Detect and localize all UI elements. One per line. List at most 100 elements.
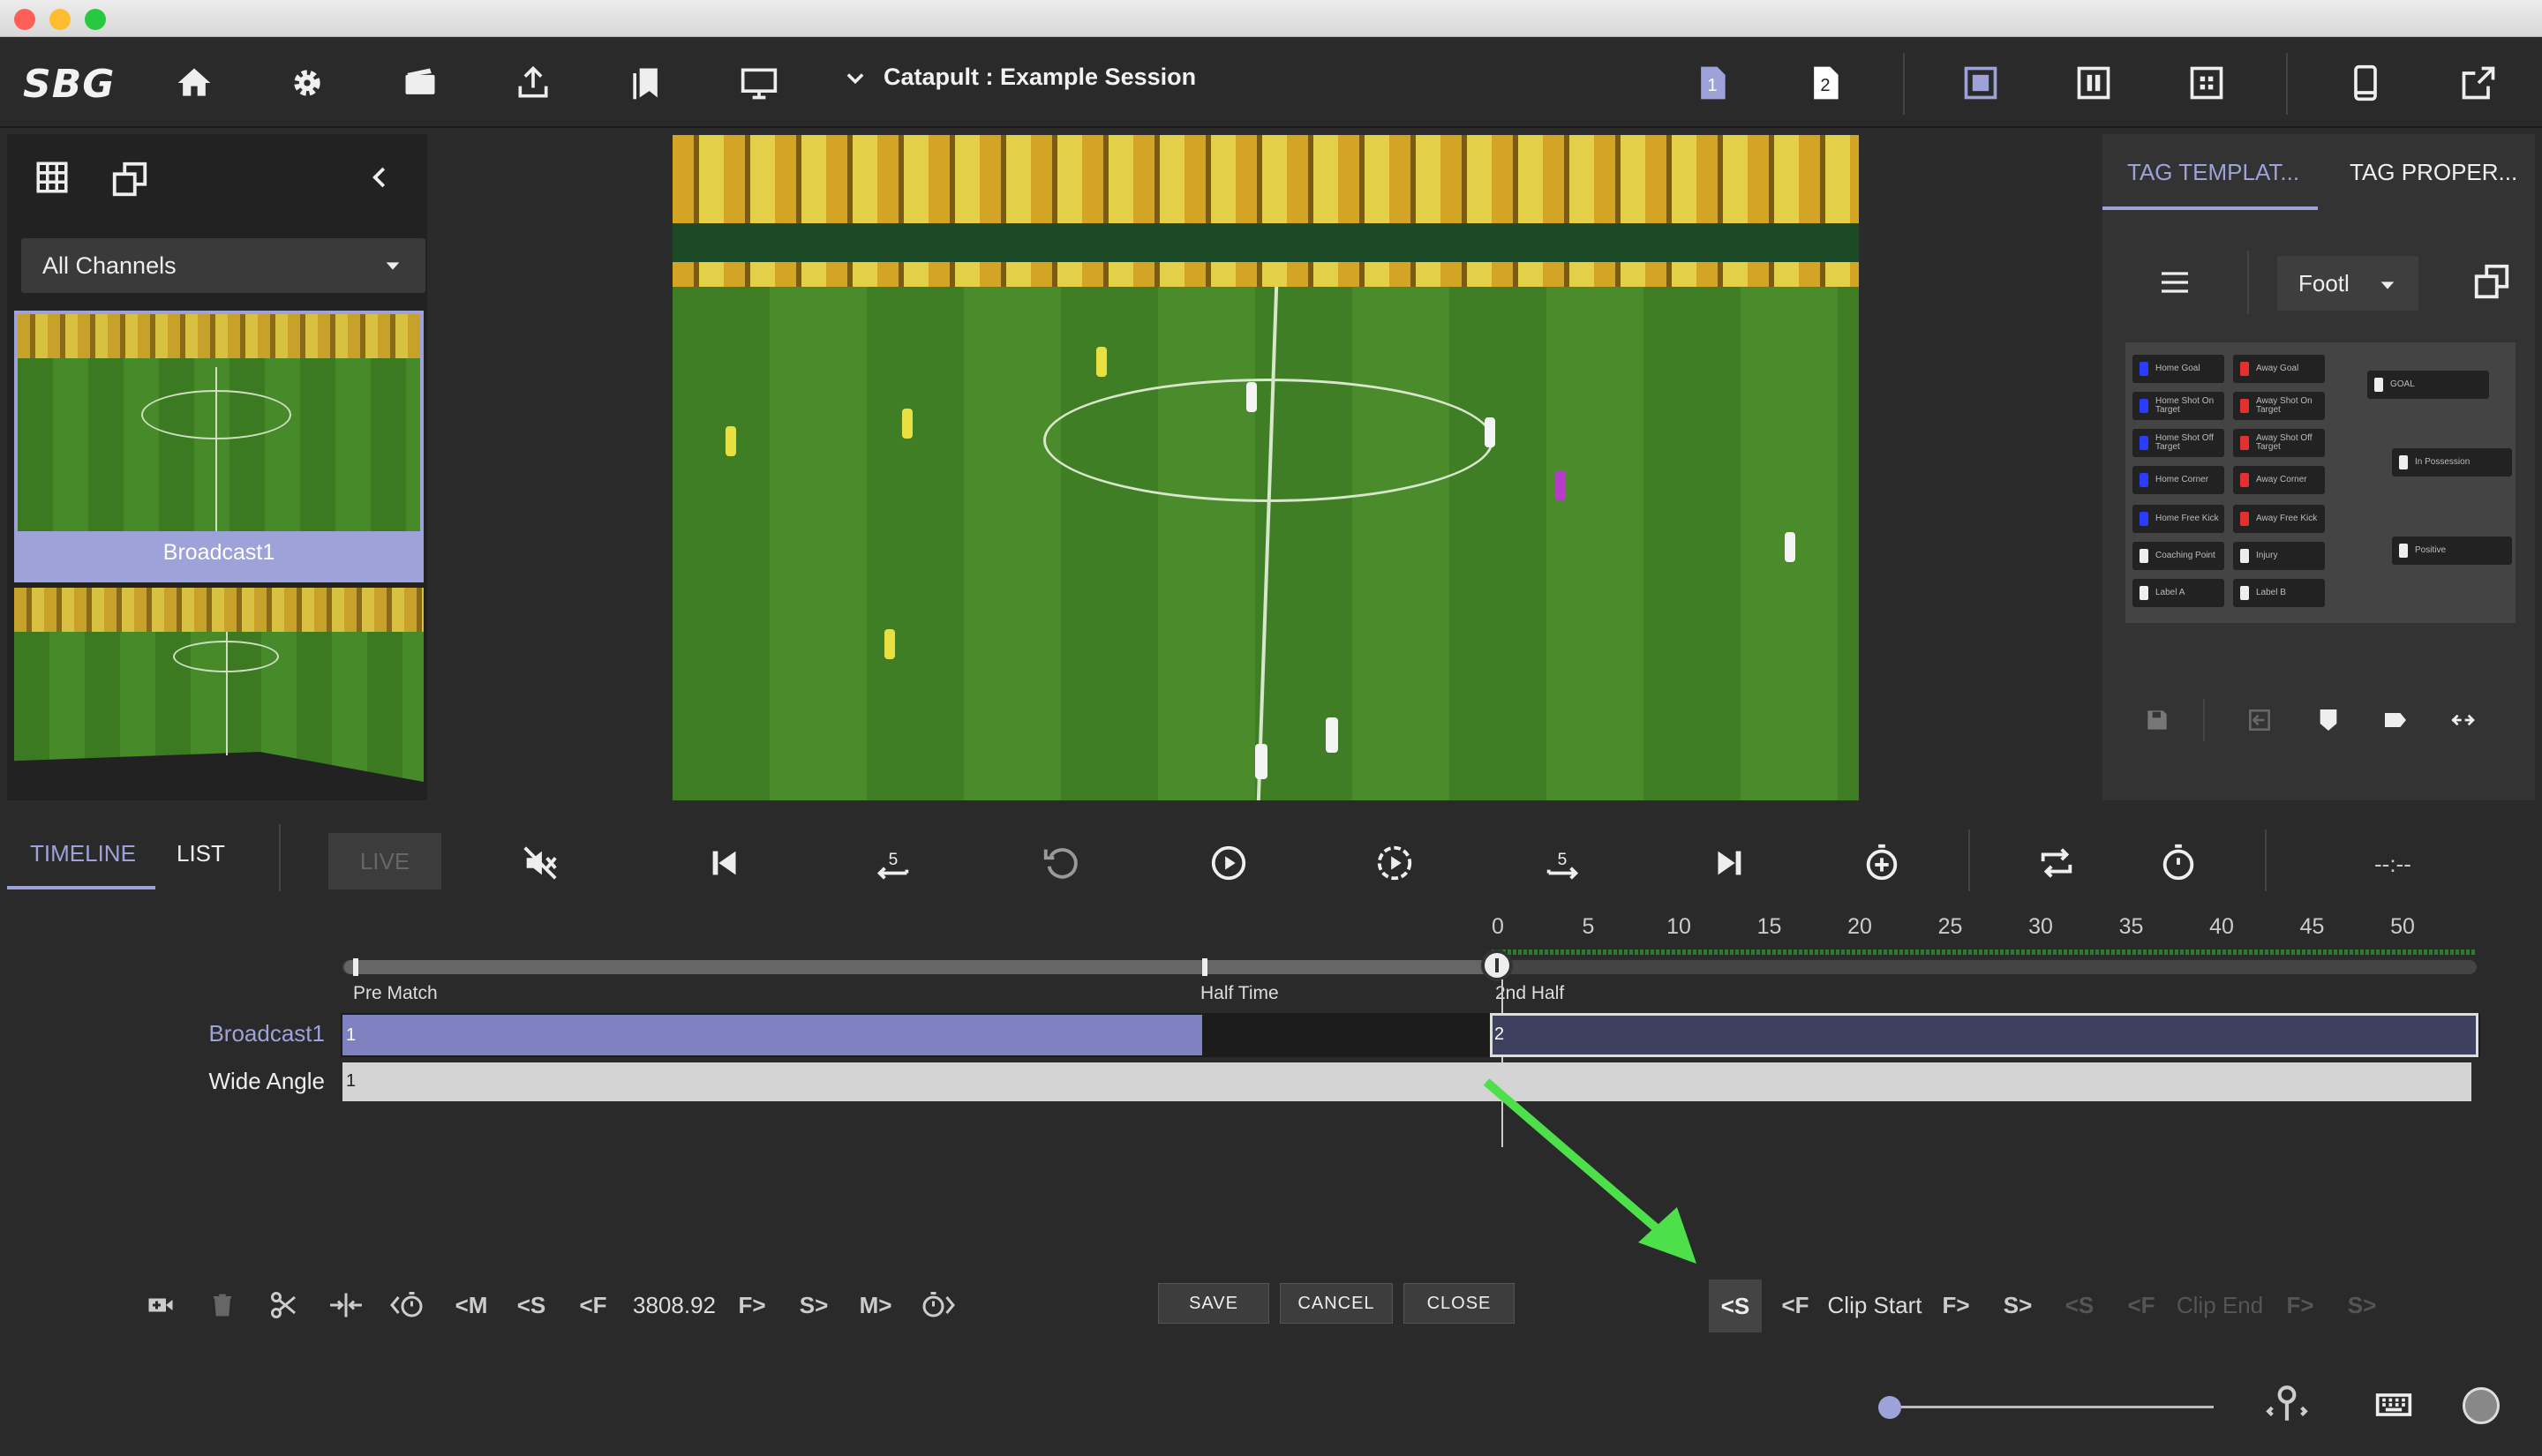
tablet-icon[interactable] <box>2341 58 2390 108</box>
period-marker[interactable] <box>1202 958 1207 976</box>
tag-button[interactable]: Away Goal <box>2233 355 2325 383</box>
video-camera-icon[interactable] <box>395 58 445 108</box>
clip-end-frame-back-button[interactable]: <F <box>2122 1285 2161 1325</box>
slow-play-icon[interactable] <box>1370 838 1419 888</box>
layout-single-icon[interactable] <box>1956 58 2005 108</box>
thumbnail-broadcast1[interactable]: Broadcast1 <box>14 311 424 582</box>
forward-to-timer-icon[interactable] <box>914 1285 960 1325</box>
clip-end-second-back-button[interactable]: <S <box>2060 1285 2099 1325</box>
clip-segment[interactable]: 1 <box>342 1015 1202 1055</box>
tab-list[interactable]: LIST <box>177 840 225 867</box>
tag-button[interactable]: In Possession <box>2392 448 2512 477</box>
close-window-button[interactable] <box>14 9 35 30</box>
popout-icon[interactable] <box>109 159 150 204</box>
shield-tag-icon[interactable] <box>2314 706 2343 739</box>
skip-start-icon[interactable] <box>701 838 750 888</box>
layout-dual-icon[interactable] <box>2069 58 2118 108</box>
clip-segment[interactable]: 1 <box>342 1062 2471 1101</box>
clip-end-frame-forward-button[interactable]: F> <box>2281 1285 2320 1325</box>
clip-list-2-icon[interactable]: 2 <box>1801 58 1850 108</box>
external-window-icon[interactable] <box>2454 58 2503 108</box>
tag-button[interactable]: Label A <box>2132 579 2224 607</box>
split-icon[interactable] <box>323 1285 369 1325</box>
playhead-handle[interactable] <box>1481 949 1513 981</box>
tag-button[interactable]: Positive <box>2392 537 2512 565</box>
track-label-broadcast1[interactable]: Broadcast1 <box>131 1020 325 1047</box>
delete-icon[interactable] <box>205 1285 240 1325</box>
video-player[interactable] <box>673 135 1859 800</box>
bookmarks-icon[interactable] <box>621 58 671 108</box>
zoom-slider-track[interactable] <box>1891 1406 2214 1408</box>
monitor-icon[interactable] <box>734 58 784 108</box>
tag-button[interactable]: Away Corner <box>2233 466 2325 494</box>
tag-button[interactable]: Label B <box>2233 579 2325 607</box>
clip-start-frame-forward-button[interactable]: F> <box>1937 1285 1975 1325</box>
save-button[interactable]: SAVE <box>1158 1283 1269 1324</box>
clip-list-1-icon[interactable]: 1 <box>1688 58 1737 108</box>
add-clip-camera-icon[interactable] <box>141 1285 180 1325</box>
scissors-icon[interactable] <box>265 1285 304 1325</box>
channel-select[interactable]: All Channels <box>21 238 425 293</box>
tag-button[interactable]: Home Shot On Target <box>2132 392 2224 420</box>
popout-icon[interactable] <box>2471 261 2512 306</box>
tag-button[interactable]: Away Shot On Target <box>2233 392 2325 420</box>
layout-quad-icon[interactable] <box>2182 58 2231 108</box>
save-template-icon[interactable] <box>2143 706 2171 739</box>
clip-start-second-forward-button[interactable]: S> <box>1998 1285 2037 1325</box>
skip-end-icon[interactable] <box>1703 838 1753 888</box>
link-tags-icon[interactable] <box>2448 706 2477 739</box>
tag-button[interactable]: Injury <box>2233 542 2325 570</box>
loop-icon[interactable] <box>2032 838 2081 888</box>
maximize-window-button[interactable] <box>85 9 106 30</box>
record-status-icon[interactable] <box>2463 1387 2500 1424</box>
export-icon[interactable] <box>508 58 558 108</box>
clip-start-frame-back-button[interactable]: <F <box>1776 1285 1815 1325</box>
tag-button[interactable]: Away Shot Off Target <box>2233 429 2325 457</box>
track-label-wide-angle[interactable]: Wide Angle <box>131 1068 325 1095</box>
gear-icon[interactable] <box>282 58 332 108</box>
keyboard-icon[interactable] <box>2374 1385 2413 1429</box>
cancel-button[interactable]: CANCEL <box>1280 1283 1393 1324</box>
frame-forward-button[interactable]: F> <box>733 1285 771 1325</box>
clip-start-second-back-button[interactable]: <S <box>1709 1280 1762 1332</box>
session-selector[interactable]: Catapult : Example Session <box>843 64 1196 91</box>
play-icon[interactable] <box>1204 838 1253 888</box>
tag-button[interactable]: Home Free Kick <box>2132 505 2224 533</box>
tag-button[interactable]: Away Free Kick <box>2233 505 2325 533</box>
minimize-window-button[interactable] <box>49 9 71 30</box>
second-back-button[interactable]: <S <box>512 1285 551 1325</box>
marker-forward-button[interactable]: M> <box>854 1285 897 1325</box>
marker-back-button[interactable]: <M <box>450 1285 493 1325</box>
back-to-timer-icon[interactable] <box>385 1285 431 1325</box>
zoom-slider-thumb[interactable] <box>1878 1396 1901 1419</box>
import-icon[interactable] <box>2245 706 2274 739</box>
grid-view-icon[interactable] <box>34 159 71 200</box>
forward-5-icon[interactable]: 5 <box>1538 838 1587 888</box>
tab-timeline[interactable]: TIMELINE <box>30 840 136 867</box>
label-tag-icon[interactable] <box>2381 706 2410 739</box>
clip-segment-selected[interactable]: 2 <box>1490 1013 2478 1057</box>
collapse-panel-icon[interactable] <box>367 164 394 195</box>
tag-button[interactable]: Home Corner <box>2132 466 2224 494</box>
tag-button[interactable]: Coaching Point <box>2132 542 2224 570</box>
add-timer-icon[interactable] <box>1857 838 1906 888</box>
tab-tag-properties[interactable]: TAG PROPER... <box>2350 159 2517 186</box>
live-button[interactable]: LIVE <box>328 833 441 889</box>
replay-icon[interactable] <box>1036 838 1086 888</box>
stopwatch-icon[interactable] <box>2154 838 2203 888</box>
center-playhead-icon[interactable] <box>2265 1382 2309 1430</box>
close-button[interactable]: CLOSE <box>1403 1283 1515 1324</box>
second-forward-button[interactable]: S> <box>794 1285 833 1325</box>
tag-button[interactable]: Home Shot Off Target <box>2132 429 2224 457</box>
thumbnail-wide-angle[interactable] <box>14 588 424 794</box>
home-icon[interactable] <box>169 58 219 108</box>
tag-button[interactable]: GOAL <box>2367 371 2489 399</box>
template-select[interactable]: Footl <box>2277 256 2418 311</box>
tab-tag-templates[interactable]: TAG TEMPLAT... <box>2127 159 2299 186</box>
mute-icon[interactable] <box>515 838 565 888</box>
period-marker[interactable] <box>353 958 358 976</box>
frame-back-button[interactable]: <F <box>574 1285 613 1325</box>
clip-end-second-forward-button[interactable]: S> <box>2343 1285 2381 1325</box>
tag-button[interactable]: Home Goal <box>2132 355 2224 383</box>
menu-icon[interactable] <box>2157 265 2192 304</box>
